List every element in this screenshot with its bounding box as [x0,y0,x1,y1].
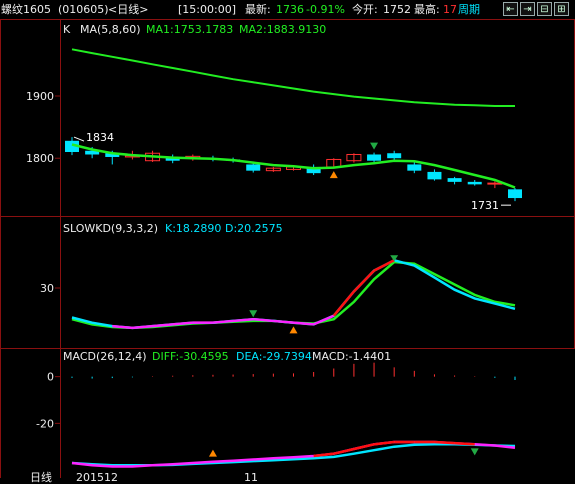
macd-buy-signal-icon [208,449,217,457]
kd-k-segment [132,324,153,330]
kd-tick-label: 30 [40,282,54,295]
high-marker-arrow [73,136,85,142]
macd-tick-label: -20 [36,417,54,430]
candle-body-down [447,178,462,182]
candle-body-down [246,164,261,171]
macd-diff-segment [454,441,475,446]
candle-body-up [487,182,503,185]
sell-signal-icon [370,142,379,150]
candle-body-down [427,171,442,180]
candle-body-down [387,153,402,159]
candle-body-down [407,164,422,171]
macd-diff-segment [373,440,395,446]
kd-buy-signal-icon [289,326,298,334]
kd-k-segment [112,324,133,330]
kd-k-segment [232,317,254,323]
kd-k-segment [253,317,274,323]
macd-diff-segment [434,440,455,445]
price-tick-label: 1900 [26,90,54,103]
macd-diff-segment [313,452,334,458]
macd-tick-label: 0 [47,371,54,384]
macd-dea-line [71,443,516,467]
kd-k-segment [273,319,294,324]
kd-d-line [71,260,516,330]
macd-diff-segment [353,443,375,451]
kd-k-line [71,258,516,330]
candle-body-down [508,189,522,199]
high-marker-label: 1834 [86,131,114,144]
kd-k-segment [212,319,234,324]
candle-body-down [367,154,382,161]
low-marker-label: 1731 [471,199,499,212]
price-tick-label: 1800 [26,152,54,165]
kd-k-segment [172,321,193,326]
kd-k-segment [152,323,173,328]
kd-k-segment [293,321,314,326]
buy-signal-icon [329,171,338,179]
chart-canvas: 1900 1800 1834 1731 30 0 -20 [26,48,522,468]
macd-sell-signal-icon [470,448,479,456]
macd-diff-line [71,440,516,468]
ma2-line [71,48,515,107]
kd-sell-signal-icon [249,310,258,318]
candle-body-down [467,181,482,185]
